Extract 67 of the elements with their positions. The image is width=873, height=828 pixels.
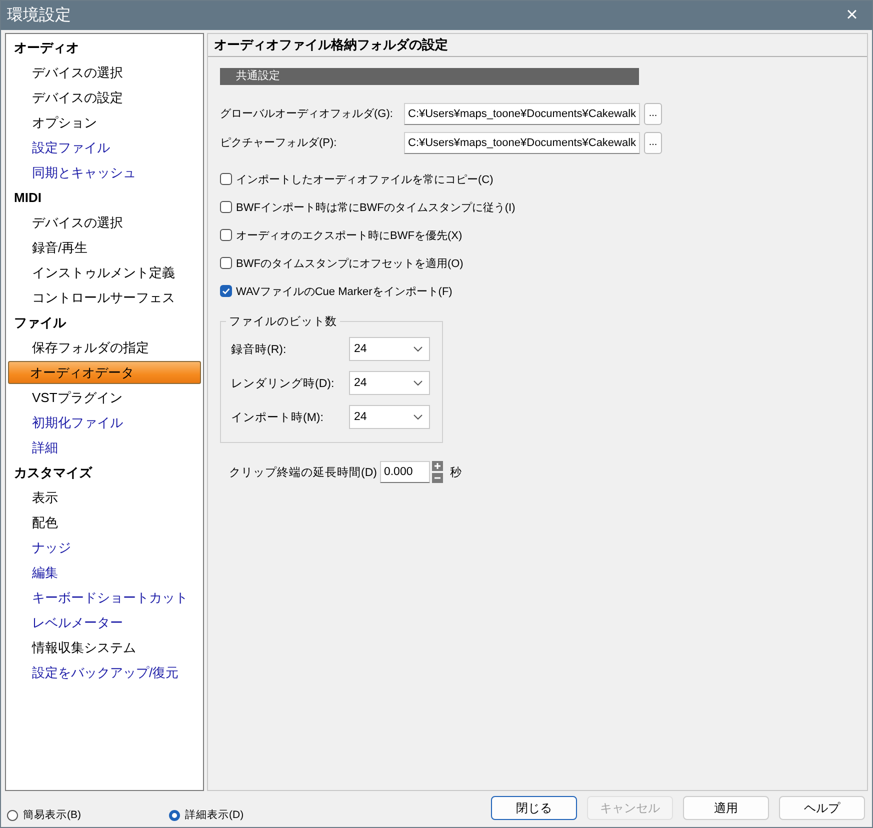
sidebar-item[interactable]: 情報収集システム xyxy=(8,635,201,660)
checkbox-label: BWFインポート時は常にBWFのタイムスタンプに従う(I) xyxy=(236,200,516,214)
sidebar-item[interactable]: 表示 xyxy=(8,485,201,510)
sidebar-item[interactable]: ナッジ xyxy=(8,535,201,560)
dialog-button[interactable]: 適用 xyxy=(683,796,769,820)
unit-label: 秒 xyxy=(450,466,462,480)
folder-path-field[interactable]: C:¥Users¥maps_toone¥Documents¥Cakewalk xyxy=(404,132,640,154)
radio-label: 詳細表示(D) xyxy=(185,808,244,822)
chevron-down-icon xyxy=(413,380,423,386)
checkbox[interactable] xyxy=(220,173,232,185)
checkbox[interactable] xyxy=(220,201,232,213)
bit-depth-dropdown[interactable]: 24 xyxy=(349,371,430,395)
field-label: ピクチャーフォルダ(P): xyxy=(220,136,338,150)
spin-buttons[interactable] xyxy=(432,461,443,483)
sidebar-item[interactable]: オプション xyxy=(8,110,201,135)
radio-button[interactable] xyxy=(169,810,180,820)
sidebar-item[interactable]: オーディオデータ xyxy=(8,361,201,384)
sidebar-item[interactable]: 配色 xyxy=(8,510,201,535)
bit-depth-dropdown[interactable]: 24 xyxy=(349,337,430,361)
category-heading: カスタマイズ xyxy=(13,464,94,482)
close-button[interactable]: × xyxy=(832,1,872,30)
folder-path-field[interactable]: C:¥Users¥maps_toone¥Documents¥Cakewalk xyxy=(404,102,640,124)
category-heading: オーディオ xyxy=(13,39,80,57)
checkbox-label: オーディオのエクスポート時にBWFを優先(X) xyxy=(236,228,462,242)
field-label: インポート時(M): xyxy=(231,410,324,424)
sidebar-item[interactable]: デバイスの選択 xyxy=(8,210,201,235)
panel-title: オーディオファイル格納フォルダの設定 xyxy=(214,37,448,52)
group-title: ファイルのビット数 xyxy=(226,314,340,329)
dialog-button[interactable]: 閉じる xyxy=(491,796,577,820)
sidebar-item[interactable]: 保存フォルダの指定 xyxy=(8,335,201,360)
field-label: レンダリング時(D): xyxy=(231,376,336,390)
sidebar-item[interactable]: 初期化ファイル xyxy=(8,410,201,435)
sidebar-item[interactable]: デバイスの設定 xyxy=(8,85,201,110)
checkbox-label: WAVファイルのCue Markerをインポート(F) xyxy=(236,284,452,298)
checkbox-label: BWFのタイムスタンプにオフセットを適用(O) xyxy=(236,256,464,270)
dialog-button[interactable]: ヘルプ xyxy=(779,796,865,820)
checkbox-label: インポートしたオーディオファイルを常にコピー(C) xyxy=(236,172,494,186)
radio-label: 簡易表示(B) xyxy=(23,808,81,822)
sidebar-item[interactable]: インストゥルメント定義 xyxy=(8,260,201,285)
window-title: 環境設定 xyxy=(7,6,71,26)
duration-field[interactable]: 0.000 xyxy=(380,461,430,483)
sidebar-item[interactable]: VSTプラグイン xyxy=(8,385,201,410)
chevron-down-icon xyxy=(413,414,423,420)
sidebar-item[interactable]: デバイスの選択 xyxy=(8,60,201,85)
category-heading: ファイル xyxy=(13,314,68,332)
sidebar-item[interactable]: 録音/再生 xyxy=(8,235,201,260)
browse-button[interactable]: ... xyxy=(644,102,662,124)
field-label: グローバルオーディオフォルダ(G): xyxy=(220,107,394,121)
sidebar-item[interactable]: 設定をバックアップ/復元 xyxy=(8,660,201,685)
field-label: 録音時(R): xyxy=(231,342,288,356)
field-label: クリップ終端の延長時間(D) xyxy=(229,465,377,480)
sidebar-item[interactable]: キーボードショートカット xyxy=(8,585,201,610)
sidebar-item[interactable]: 設定ファイル xyxy=(8,135,201,160)
chevron-down-icon xyxy=(413,346,423,352)
bit-depth-dropdown[interactable]: 24 xyxy=(349,405,430,429)
checkbox[interactable] xyxy=(220,229,232,241)
section-title: 共通設定 xyxy=(236,70,280,82)
sidebar-item[interactable]: レベルメーター xyxy=(8,610,201,635)
checkbox[interactable] xyxy=(220,257,232,269)
sidebar-item[interactable]: 詳細 xyxy=(8,435,201,460)
radio-button[interactable] xyxy=(7,810,18,820)
sidebar-item[interactable]: 同期とキャッシュ xyxy=(8,160,201,185)
browse-button[interactable]: ... xyxy=(644,132,662,154)
sidebar-item[interactable]: コントロールサーフェス xyxy=(8,285,201,310)
checkbox[interactable] xyxy=(220,285,232,297)
sidebar-item[interactable]: 編集 xyxy=(8,560,201,585)
category-heading: MIDI xyxy=(13,189,42,207)
